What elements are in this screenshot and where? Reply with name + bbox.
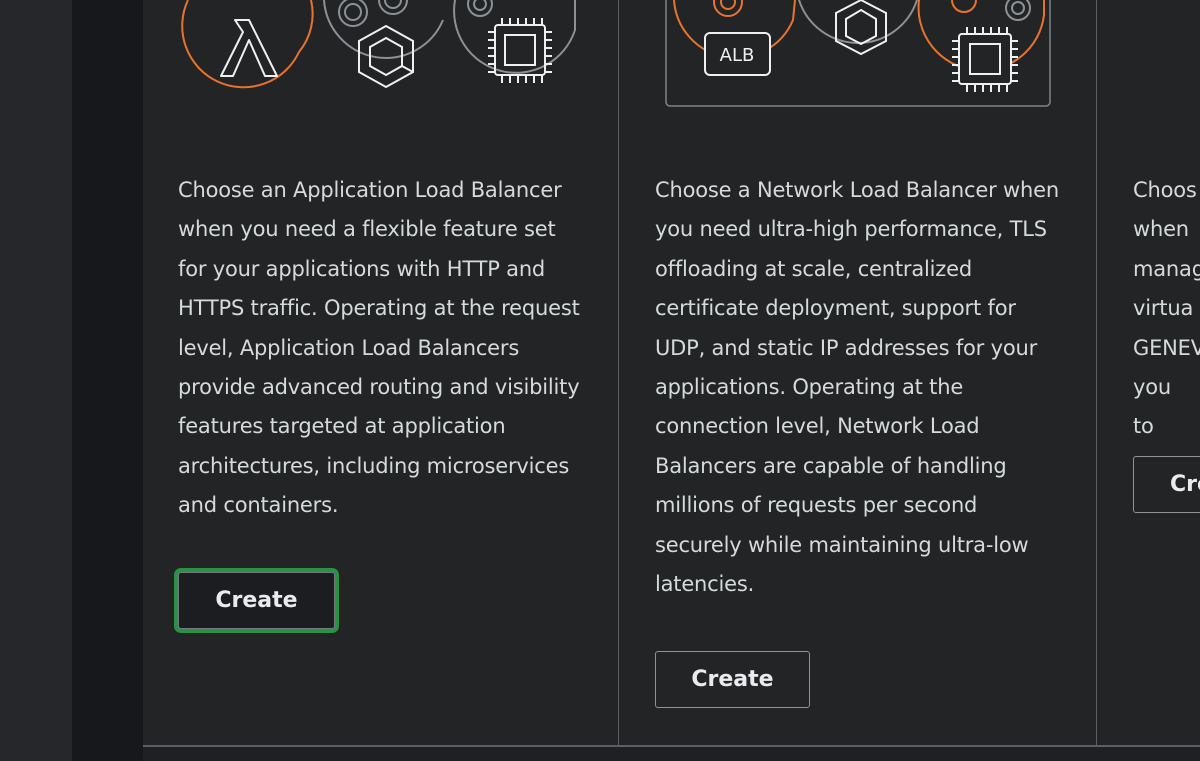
nlb-illustration: ALB bbox=[665, 0, 1051, 107]
alb-badge-label: ALB bbox=[720, 45, 755, 66]
gwlb-create-button[interactable]: Create bbox=[1133, 456, 1200, 513]
alb-description: Choose an Application Load Balancer when… bbox=[178, 178, 580, 518]
alb-badge-icon: ALB bbox=[704, 32, 771, 76]
alb-card: Choose an Application Load Balancer when… bbox=[143, 0, 618, 745]
lambda-icon bbox=[181, 0, 314, 89]
container-icon bbox=[358, 24, 414, 89]
left-edge bbox=[0, 0, 72, 761]
nlb-create-button[interactable]: Create bbox=[655, 651, 810, 708]
gwlb-card: Choos when manag virtua GENEV you to com… bbox=[1097, 0, 1200, 745]
target-icon bbox=[323, 0, 444, 59]
gwlb-description: Choos when manag virtua GENEV you to com… bbox=[1133, 178, 1200, 478]
nlb-card: ALB Choose a Network Load Balancer when … bbox=[619, 0, 1096, 745]
alb-create-button[interactable]: Create bbox=[178, 572, 335, 629]
chip-icon bbox=[917, 0, 1045, 92]
alb-illustration bbox=[181, 0, 576, 89]
gwlb-create-label: Create bbox=[1170, 472, 1200, 497]
panel-footer-area bbox=[143, 747, 1200, 761]
chip-icon bbox=[453, 0, 576, 83]
nlb-description: Choose a Network Load Balancer when you … bbox=[655, 178, 1059, 597]
container-icon bbox=[798, 0, 918, 56]
navigation-rail bbox=[72, 0, 143, 761]
